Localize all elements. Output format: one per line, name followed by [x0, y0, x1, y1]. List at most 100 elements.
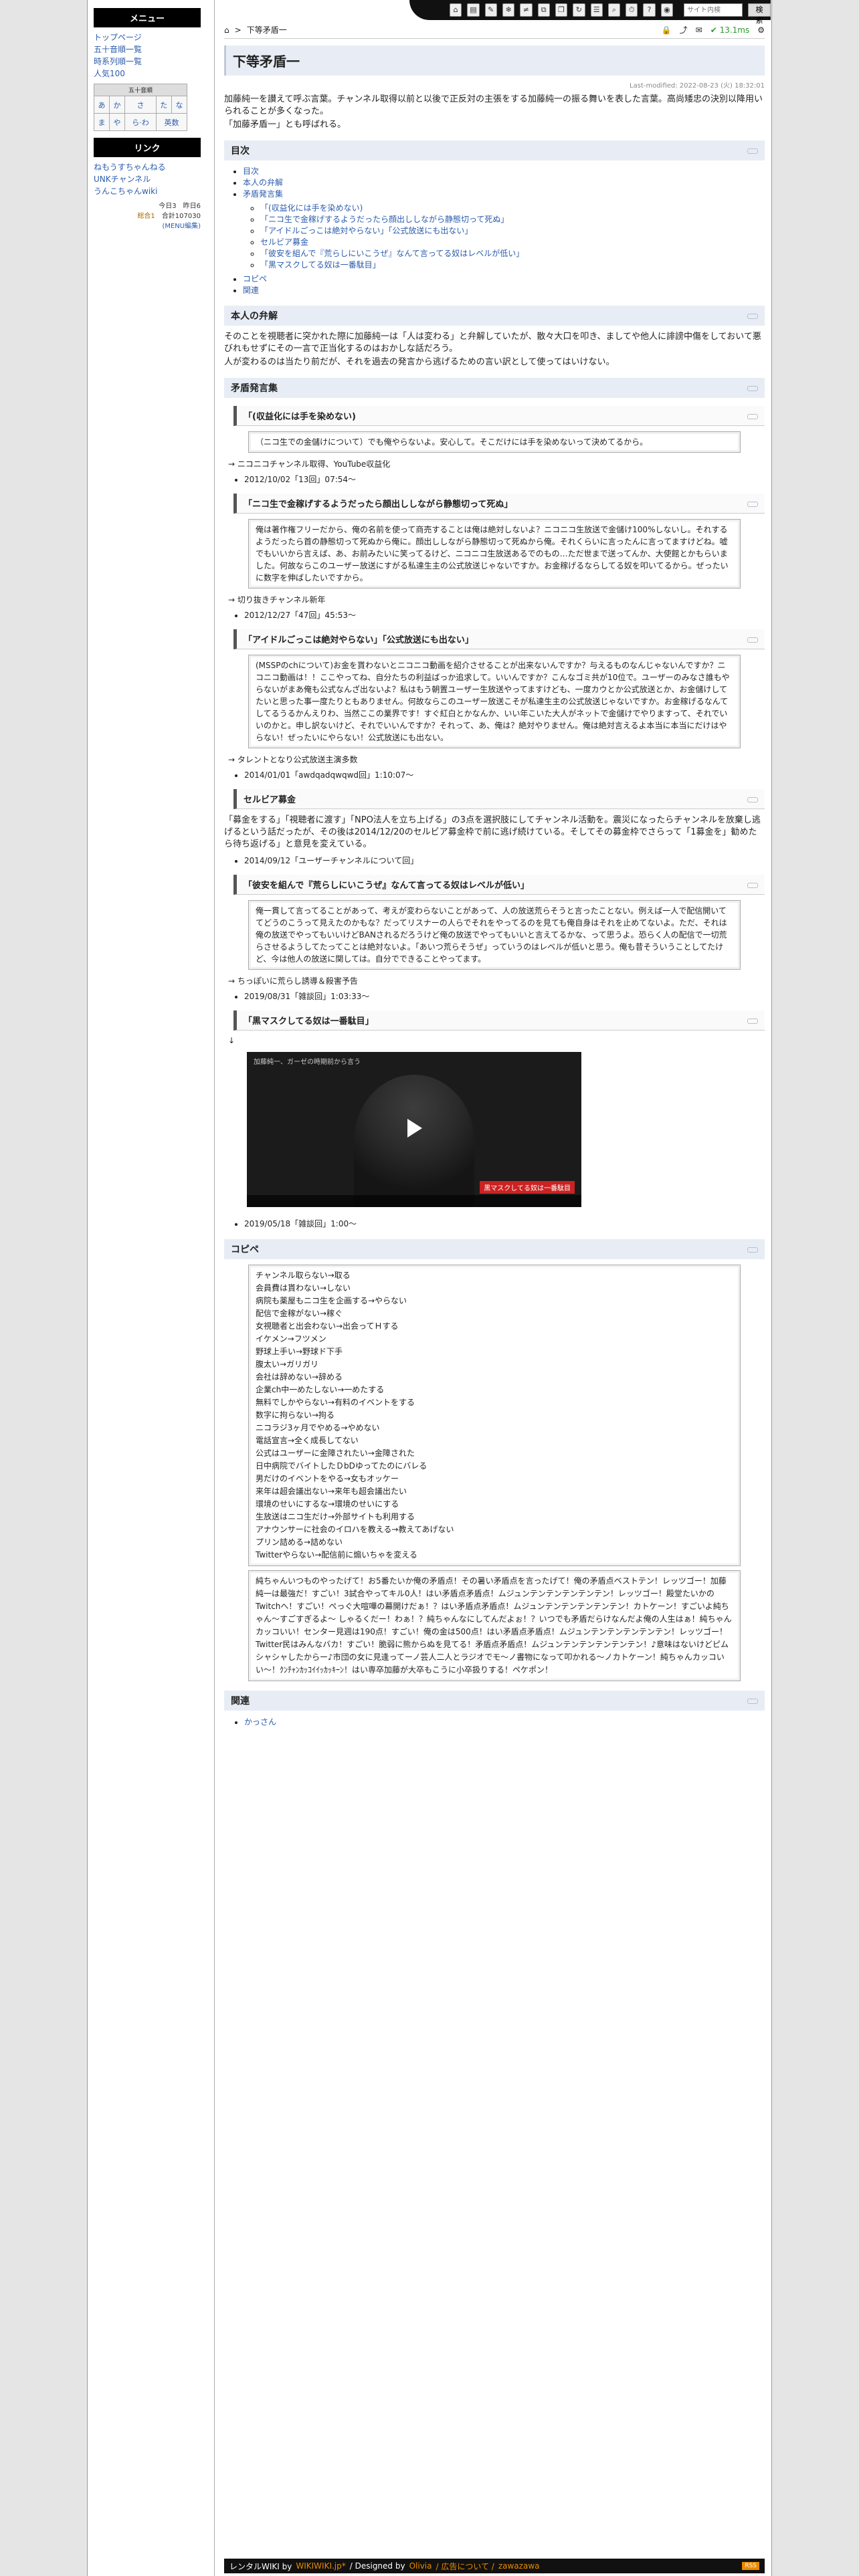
- kana-ka[interactable]: か: [114, 101, 121, 110]
- link-unk[interactable]: UNKチャンネル: [94, 175, 151, 184]
- footer-user-link[interactable]: zawazawa: [498, 2561, 540, 2571]
- copy-line: 会員費は貰わない→しない: [256, 1283, 351, 1293]
- related-item[interactable]: かっさん: [244, 1717, 276, 1727]
- play-icon[interactable]: [407, 1119, 422, 1138]
- copy-line: 数字に拘らない→拘る: [256, 1410, 335, 1420]
- video-thumbnail: [354, 1075, 474, 1207]
- list-icon[interactable]: ☰: [590, 3, 603, 17]
- main-content: ⌂ > 下等矛盾一 🔒 ⤴ ✉ ✔ 13.1ms ⚙ 下等矛盾一 Last-mo…: [224, 21, 765, 1732]
- freeze-icon[interactable]: ❄: [502, 3, 515, 17]
- links-list: ねもうすちゃんねる UNKチャンネル うんこちゃんwiki: [94, 161, 201, 197]
- menu-item-popular[interactable]: 人気100: [94, 69, 125, 78]
- links-title: リンク: [94, 138, 201, 157]
- breadcrumb-separator: >: [234, 25, 242, 35]
- menu-item-top[interactable]: トップページ: [94, 33, 142, 42]
- toc-heading: 目次: [224, 140, 765, 160]
- toc-subitem[interactable]: セルビア募金: [260, 237, 308, 247]
- page-tools: 🔒 ⤴ ✉ ✔ 13.1ms ⚙: [662, 24, 765, 35]
- rss-icon[interactable]: ◉: [660, 3, 674, 17]
- toc-subitem[interactable]: 「黒マスクしてる奴は一番駄目」: [260, 260, 381, 270]
- footer: レンタルWIKI by WIKIWIKI.jp* / Designed by O…: [224, 2559, 765, 2573]
- video-player[interactable]: 加藤純一、ガーゼの時期前から言う 黒マスクしてる奴は一番駄目: [247, 1052, 581, 1207]
- footer-olivia-link[interactable]: Olivia: [409, 2561, 432, 2571]
- s5-note: → ちっぽいに荒らし誘導＆殺害予告: [228, 976, 358, 986]
- copy-line: 企業ch中一めたしない→一めたする: [256, 1385, 385, 1394]
- response-time: ✔ 13.1ms: [710, 25, 750, 35]
- copy-line: 電話宣言→全く成長してない: [256, 1436, 359, 1445]
- breadcrumb-current: 下等矛盾一: [246, 25, 287, 35]
- kana-ma[interactable]: ま: [98, 118, 106, 127]
- footer-wikiwiki-link[interactable]: WIKIWIKI.jp*: [296, 2561, 345, 2571]
- intro-line-2: 「加藤矛盾一」とも呼ばれる。: [224, 120, 347, 130]
- toc-subitem[interactable]: 「ニコ生で金稼げするようだったら顔出ししながら静態切って死ぬ」: [260, 215, 508, 224]
- copy-line: 女視聴者と出会わない→出会ってＨする: [256, 1321, 399, 1331]
- toc-item[interactable]: コピペ: [243, 274, 267, 284]
- s5-heading: 「彼安を組んで『荒らしにいこうぜ』なんて言ってる奴はレベルが低い」: [233, 875, 765, 895]
- s2-note: → 切り抜きチャンネル新年: [228, 595, 326, 605]
- site-search-input[interactable]: [684, 3, 743, 17]
- toc-subitem[interactable]: 「(収益化には手を染めない): [260, 203, 363, 213]
- kana-alnum[interactable]: 英数: [164, 118, 179, 127]
- copy-line: アナウンサーに社会のイロハを教える→教えてあげない: [256, 1525, 454, 1534]
- video-title: 加藤純一、ガーゼの時期前から言う: [254, 1059, 361, 1066]
- diff-icon[interactable]: ≠: [520, 3, 533, 17]
- copy-line: プリン詰める→詰めない: [256, 1537, 343, 1547]
- copypasta-list: チャンネル取らない→取る 会員費は貰わない→しない 病院も薬屋もニコ生を企画する…: [248, 1265, 741, 1566]
- recent-icon[interactable]: ⏱: [626, 3, 638, 17]
- kana-sa[interactable]: さ: [136, 101, 144, 110]
- search-icon[interactable]: ⌕: [607, 3, 621, 17]
- kana-ta[interactable]: た: [160, 101, 167, 110]
- s3-note: → タレントとなり公式放送主演多数: [228, 755, 358, 764]
- toc-item[interactable]: 矛盾発言集: [243, 189, 283, 199]
- related-list: かっさん: [244, 1716, 765, 1728]
- copy-line: 公式はユーザーに金障されたい→金障された: [256, 1448, 415, 1458]
- sidebar: メニュー トップページ 五十音順一覧 時系列順一覧 人気100 五十音順 あ か…: [93, 8, 201, 231]
- counter-total-label: 総合1: [137, 213, 155, 220]
- copy-line: イケメン→フツメン: [256, 1334, 326, 1344]
- menu-edit-link[interactable]: (MENU編集): [162, 223, 201, 230]
- s3-date: 2014/01/01「awdqadqwqwd回」1:10:07〜: [244, 769, 765, 781]
- comment-icon[interactable]: ✉: [696, 25, 702, 35]
- copy-line: 生放送はニコ生だけ→外部サイトも利用する: [256, 1512, 415, 1521]
- copy-line: 会社は辞めない→辞める: [256, 1372, 343, 1382]
- footer-ads-link[interactable]: / 広告について /: [436, 2561, 494, 2572]
- link-nemousu[interactable]: ねもうすちゃんねる: [94, 163, 166, 172]
- toc-subitem[interactable]: 「アイドルごっこは絶対やらない」「公式放送にも出ない」: [260, 226, 472, 235]
- menu-item-timeline[interactable]: 時系列順一覧: [94, 57, 142, 66]
- s4-heading: セルビア募金: [233, 789, 765, 809]
- page-icon[interactable]: ▤: [467, 3, 480, 17]
- kana-ya[interactable]: や: [114, 118, 121, 127]
- excuse-line: そのことを視聴者に突かれた際に加藤純一は「人は変わる」と弁解していたが、散々大口…: [224, 332, 761, 354]
- kana-a[interactable]: あ: [98, 101, 106, 110]
- home-icon[interactable]: ⌂: [450, 3, 462, 17]
- search-button[interactable]: 検索: [748, 3, 771, 25]
- rename-icon[interactable]: ↻: [573, 3, 585, 17]
- kana-na[interactable]: な: [175, 101, 183, 110]
- link-unko-wiki[interactable]: うんこちゃんwiki: [94, 187, 157, 196]
- copy-line: ニコラジ3ヶ月でやめる→やめない: [256, 1423, 380, 1432]
- home-icon[interactable]: ⌂: [224, 25, 229, 35]
- toc-subitem[interactable]: 「彼安を組んで『荒らしにいこうぜ』なんて言ってる奴はレベルが低い」: [260, 249, 524, 258]
- help-icon[interactable]: ?: [643, 3, 656, 17]
- kana-caption: 五十音順: [94, 84, 187, 96]
- lock-icon[interactable]: 🔒: [662, 25, 672, 35]
- toc-item[interactable]: 本人の弁解: [243, 178, 283, 187]
- gear-icon[interactable]: ⚙: [757, 25, 765, 35]
- edit-icon[interactable]: ✎: [484, 3, 497, 17]
- toc-item[interactable]: 関連: [243, 286, 259, 295]
- s6-date: 2019/05/18「雑談回」1:00〜: [244, 1218, 765, 1230]
- related-heading: 関連: [224, 1691, 765, 1711]
- share-icon[interactable]: ⤴: [680, 24, 688, 35]
- copy-line: 男だけのイベントをやる→女もオッケー: [256, 1474, 399, 1483]
- menu-item-gojuon[interactable]: 五十音順一覧: [94, 45, 142, 54]
- toc-item[interactable]: 目次: [243, 167, 259, 176]
- sidebar-divider: [214, 0, 215, 2576]
- kana-index-table: 五十音順 あ か さ た な ま や ら·わ 英数: [93, 84, 188, 131]
- kana-rawa[interactable]: ら·わ: [132, 118, 149, 127]
- toc-list: 目次 本人の弁解 矛盾発言集 「(収益化には手を染めない) 「ニコ生で金稼げする…: [243, 166, 765, 296]
- video-controls[interactable]: [247, 1195, 581, 1207]
- copy-icon[interactable]: ❐: [555, 3, 568, 17]
- copy-line: 配信で金稼がない→稼ぐ: [256, 1309, 343, 1318]
- rss-badge[interactable]: RSS: [742, 2562, 759, 2570]
- attach-icon[interactable]: ⧉: [537, 3, 550, 17]
